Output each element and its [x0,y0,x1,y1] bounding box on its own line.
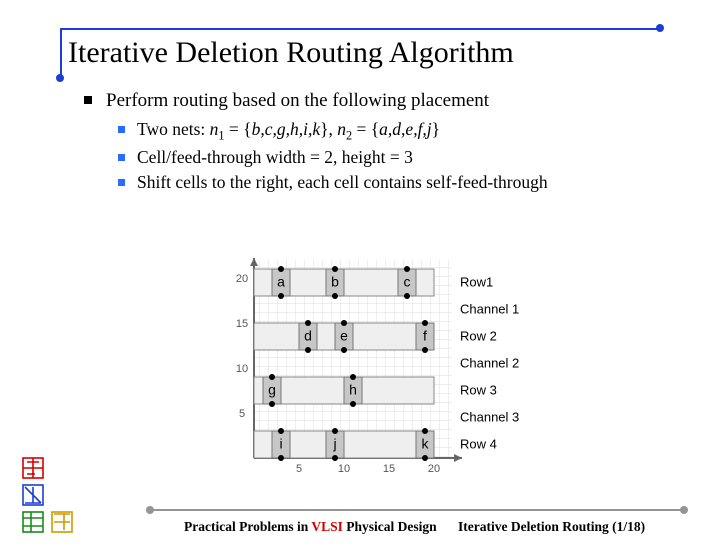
bullet-shift-text: Shift cells to the right, each cell cont… [137,171,548,195]
cell-c: c [398,266,416,299]
svg-text:f: f [423,328,427,344]
bullet-l1-text: Perform routing based on the following p… [106,88,489,114]
ytick-10: 10 [236,363,248,375]
t: }, [320,119,337,139]
label-row2: Row 2 [460,328,497,343]
set1: b,c,g,h,i,k [252,119,321,139]
svg-text:e: e [340,328,348,344]
title-rule-dot-right [656,24,664,32]
bullet-square-icon [118,179,125,186]
bullet-level1: Perform routing based on the following p… [84,88,654,114]
footer-rule [150,509,684,511]
svg-text:g: g [268,382,276,398]
cell-d: d [299,320,317,353]
ytick-20: 20 [236,273,248,285]
footer-rule-dot-right [680,506,688,514]
footer-right: Iterative Deletion Routing (1/18) [458,519,645,535]
bullet-nets-text: Two nets: n1 = {b,c,g,h,i,k}, n2 = {a,d,… [137,118,440,144]
bullet-dims-text: Cell/feed-through width = 2, height = 3 [137,146,413,170]
t: = { [225,119,252,139]
svg-text:b: b [331,274,339,290]
x-axis-arrow-icon [454,454,462,462]
title-rule-v [60,28,62,78]
var-n2: n [337,119,346,139]
cell-f: f [416,320,434,353]
vlsi-highlight: VLSI [311,519,343,534]
diagram-svg: a b c d e [214,258,534,488]
footer-rule-dot-left [146,506,154,514]
xtick-10: 10 [338,463,350,475]
label-row3: Row 3 [460,382,497,397]
bullet-level2-dims: Cell/feed-through width = 2, height = 3 [118,146,654,170]
label-channel3: Channel 3 [460,409,519,424]
svg-text:i: i [279,436,282,452]
svg-text:k: k [422,436,430,452]
label-channel1: Channel 1 [460,301,519,316]
content-area: Perform routing based on the following p… [84,88,654,197]
label-channel2: Channel 2 [460,355,519,370]
ytick-5: 5 [239,408,245,420]
svg-text:h: h [349,382,357,398]
bullet-square-icon [118,154,125,161]
cell-e: e [335,320,353,353]
xtick-20: 20 [428,463,440,475]
cell-i: i [272,428,290,461]
bullet-level2-nets: Two nets: n1 = {b,c,g,h,i,k}, n2 = {a,d,… [118,118,654,144]
t: = { [352,119,379,139]
title-rule-dot-bottom [56,74,64,82]
svg-text:j: j [332,436,336,452]
cell-g: g [263,374,281,407]
svg-text:c: c [404,274,411,290]
cell-a: a [272,266,290,299]
label-row4: Row 4 [460,436,497,451]
t: Two nets: [137,119,210,139]
svg-text:d: d [304,328,312,344]
label-row1: Row1 [460,274,493,289]
t: } [432,119,440,139]
cell-h: h [344,374,362,407]
xtick-15: 15 [383,463,395,475]
footer-left: Practical Problems in VLSI Physical Desi… [184,519,437,535]
bullet-square-icon [118,126,125,133]
footer: Practical Problems in VLSI Physical Desi… [0,497,720,557]
bullet-level2-shift: Shift cells to the right, each cell cont… [118,171,654,195]
slide: Iterative Deletion Routing Algorithm Per… [0,0,720,557]
cell-b: b [326,266,344,299]
ytick-15: 15 [236,318,248,330]
slide-title: Iterative Deletion Routing Algorithm [68,36,514,70]
t: Practical Problems in [184,519,311,534]
title-rule-h [60,28,660,30]
set2: a,d,e,f,j [379,119,432,139]
xtick-5: 5 [296,463,302,475]
t: Physical Design [343,519,437,534]
bullet-square-icon [84,96,92,104]
placement-diagram: a b c d e [214,258,534,488]
svg-text:a: a [277,274,285,290]
cell-k: k [416,428,434,461]
cell-j: j [326,428,344,461]
